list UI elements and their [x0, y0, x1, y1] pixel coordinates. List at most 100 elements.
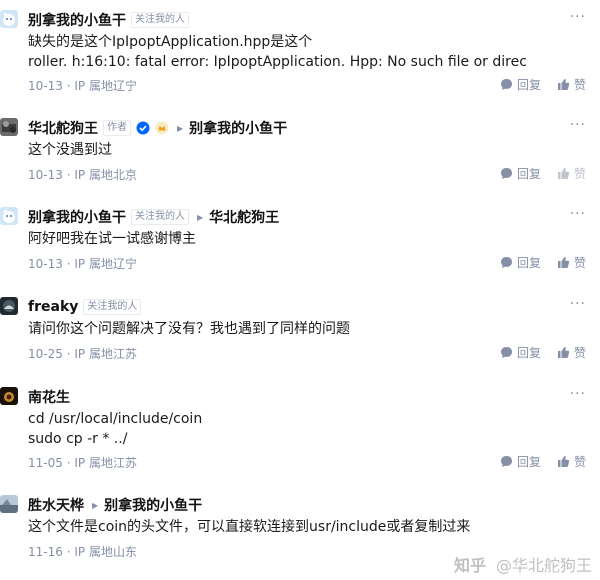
reply-button[interactable]: 回复: [500, 344, 541, 361]
avatar[interactable]: [0, 297, 18, 315]
comment-date: 10-13: [28, 257, 63, 271]
comment-header: 别拿我的小鱼干 关注我的人 ▶ 华北舵狗王: [28, 207, 279, 227]
thumbs-up-icon: [557, 456, 570, 467]
like-button[interactable]: 赞: [557, 76, 586, 93]
comment-header: 南花生: [28, 387, 70, 407]
more-options-icon[interactable]: ···: [570, 10, 586, 30]
watermark-handle: @华北舵狗王: [495, 556, 592, 575]
comment-line: 缺失的是这个IpIpoptApplication.hpp是这个: [28, 34, 313, 50]
reply-button[interactable]: 回复: [500, 76, 541, 93]
avatar[interactable]: [0, 10, 18, 28]
reply-label: 回复: [516, 346, 541, 360]
comment-line: sudo cp -r * ../: [28, 431, 128, 447]
reply-arrow-icon: ▶: [197, 212, 204, 222]
reply-label: 回复: [516, 78, 541, 92]
comment-date: 10-25: [28, 347, 63, 361]
reply-button[interactable]: 回复: [500, 165, 541, 182]
comment-date: 10-13: [28, 168, 63, 182]
follower-badge: 关注我的人: [83, 299, 142, 315]
comment-date: 10-13: [28, 79, 63, 93]
reply-icon: [500, 168, 512, 179]
meta-separator: ·: [66, 456, 71, 470]
meta-separator: ·: [66, 79, 71, 93]
like-label: 赞: [573, 346, 586, 360]
meta-separator: ·: [66, 168, 71, 182]
comment-line: 阿好吧我在试一试感谢博主: [28, 231, 196, 247]
ip-location: IP 属地江苏: [74, 347, 137, 361]
thumbs-up-icon: [557, 168, 570, 179]
comment-actions: 回复 赞: [484, 76, 586, 93]
author-name[interactable]: 华北舵狗王: [28, 118, 98, 138]
reply-icon: [500, 456, 512, 467]
comment-body: 缺失的是这个IpIpoptApplication.hpp是这个 roller. …: [28, 32, 527, 72]
comment-header: 华北舵狗王 作者 ▶ 别拿我的小鱼干: [28, 118, 287, 138]
reply-target-name[interactable]: 华北舵狗王: [209, 207, 279, 227]
comment-thread: 别拿我的小鱼干 关注我的人 ··· 缺失的是这个IpIpoptApplicati…: [0, 0, 600, 580]
author-name[interactable]: 胜水天桦: [28, 495, 84, 515]
reply-icon: [500, 79, 512, 90]
comment-header: 胜水天桦 ▶ 别拿我的小鱼干: [28, 495, 202, 515]
comment-meta: 10-13 · IP 属地北京: [28, 166, 137, 183]
like-button[interactable]: 赞: [557, 344, 586, 361]
reply-arrow-icon: ▶: [177, 123, 184, 133]
like-label: 赞: [573, 167, 586, 181]
reply-icon: [500, 257, 512, 268]
more-options-icon[interactable]: ···: [570, 297, 586, 317]
ip-location: IP 属地辽宁: [74, 257, 137, 271]
watermark-logo: 知乎: [453, 556, 486, 575]
comment-actions: 回复 赞: [484, 453, 586, 470]
comment-line: 这个没遇到过: [28, 142, 112, 158]
meta-separator: ·: [66, 545, 71, 559]
comment-meta: 11-16 · IP 属地山东: [28, 543, 137, 560]
reply-label: 回复: [516, 167, 541, 181]
reply-button[interactable]: 回复: [500, 254, 541, 271]
follower-badge: 关注我的人: [131, 209, 189, 225]
meta-separator: ·: [66, 257, 71, 271]
comment-line: 请问你这个问题解决了没有？我也遇到了同样的问题: [28, 321, 350, 337]
reply-arrow-icon: ▶: [92, 500, 99, 510]
comment-meta: 10-13 · IP 属地辽宁: [28, 255, 137, 272]
more-options-icon[interactable]: ···: [570, 207, 586, 227]
verified-icon: [136, 121, 150, 135]
watermark: 知乎 @华北舵狗王: [454, 552, 592, 576]
avatar[interactable]: [0, 207, 18, 225]
comment-actions: 回复 赞: [484, 344, 586, 361]
comment-actions: 回复 赞: [484, 254, 586, 271]
comment-body: 阿好吧我在试一试感谢博主: [28, 229, 196, 249]
avatar[interactable]: [0, 118, 18, 136]
comment-date: 11-05: [28, 456, 63, 470]
more-options-icon[interactable]: ···: [570, 118, 586, 138]
comment-date: 11-16: [28, 545, 63, 559]
comment-meta: 10-13 · IP 属地辽宁: [28, 77, 137, 94]
ip-location: IP 属地辽宁: [74, 79, 137, 93]
reply-target-name[interactable]: 别拿我的小鱼干: [189, 118, 287, 138]
like-label: 赞: [573, 455, 586, 469]
author-tag: 作者: [103, 120, 131, 136]
comment-header: 别拿我的小鱼干 关注我的人: [28, 10, 189, 30]
ip-location: IP 属地北京: [74, 168, 137, 182]
thumbs-up-icon: [557, 79, 570, 90]
follower-badge: 关注我的人: [131, 12, 189, 28]
more-options-icon[interactable]: ···: [570, 387, 586, 407]
like-label: 赞: [573, 256, 586, 270]
reply-button[interactable]: 回复: [500, 453, 541, 470]
like-button[interactable]: 赞: [557, 254, 586, 271]
author-name[interactable]: 南花生: [28, 387, 70, 407]
avatar[interactable]: [0, 495, 18, 513]
thumbs-up-icon: [557, 257, 570, 268]
thumbs-up-icon: [557, 347, 570, 358]
like-button[interactable]: 赞: [557, 453, 586, 470]
reply-icon: [500, 347, 512, 358]
author-name[interactable]: 别拿我的小鱼干: [28, 10, 126, 30]
author-name[interactable]: 别拿我的小鱼干: [28, 207, 126, 227]
like-label: 赞: [573, 78, 586, 92]
avatar[interactable]: [0, 387, 18, 405]
reply-label: 回复: [516, 455, 541, 469]
comment-meta: 10-25 · IP 属地江苏: [28, 345, 137, 362]
comment-body: 这个没遇到过: [28, 140, 112, 160]
comment-actions: 回复 赞: [484, 165, 586, 182]
reply-target-name[interactable]: 别拿我的小鱼干: [104, 495, 202, 515]
comment-line: roller. h:16:10: fatal error: IpIpoptApp…: [28, 54, 527, 70]
like-button[interactable]: 赞: [557, 165, 586, 182]
author-name[interactable]: freaky: [28, 299, 78, 315]
